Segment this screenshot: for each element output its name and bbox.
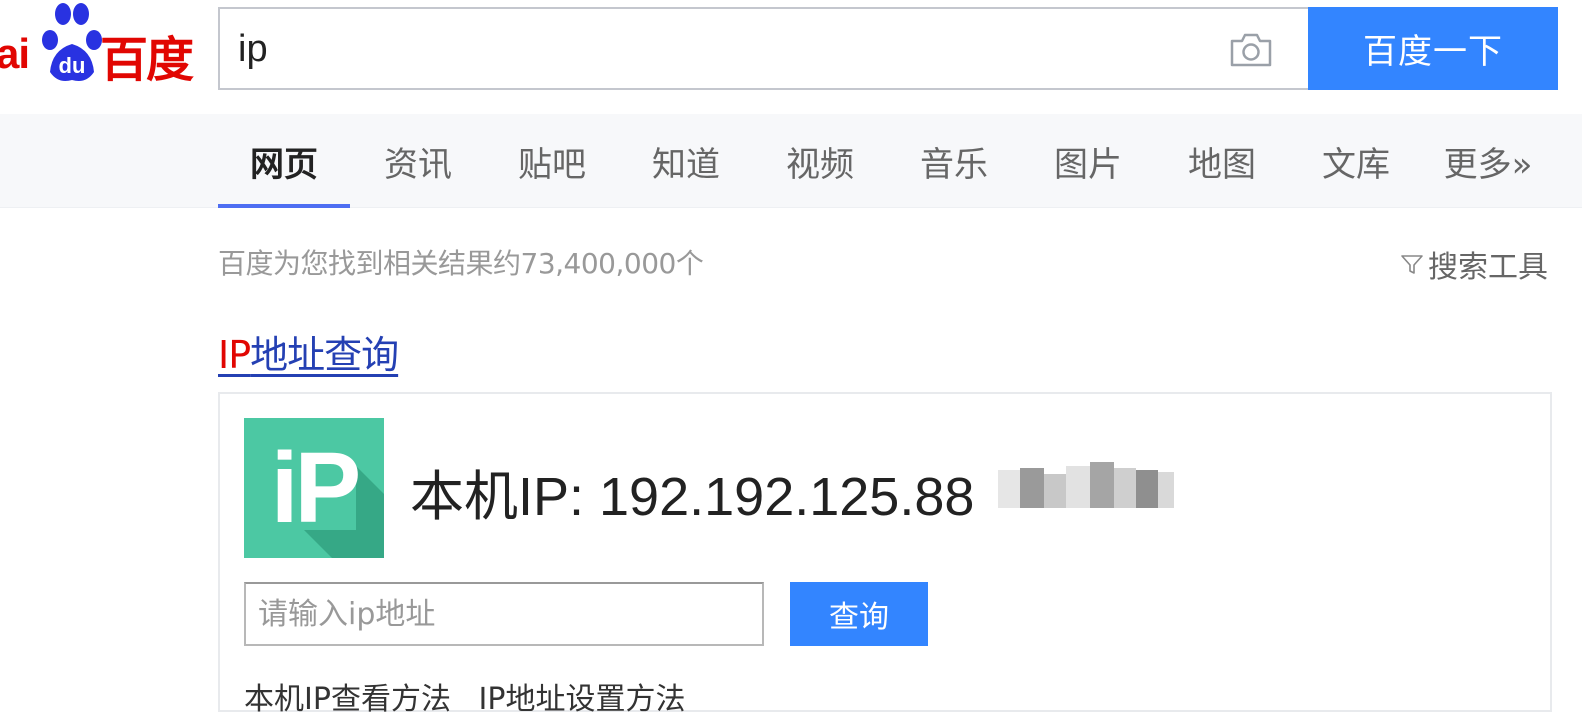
result-title-text: 地址查询: [250, 333, 399, 377]
funnel-icon: [1401, 255, 1423, 274]
tab-web[interactable]: 网页: [218, 114, 350, 208]
result-title-highlight: IP: [218, 333, 251, 377]
logo-du-text: du: [59, 53, 86, 78]
link-ip-setup-method[interactable]: IP地址设置方法: [479, 682, 686, 717]
redacted-location-blur: [990, 458, 1174, 518]
baidu-logo[interactable]: ai du 百度: [0, 0, 200, 95]
tab-video[interactable]: 视频: [754, 114, 886, 208]
tab-news[interactable]: 资讯: [352, 114, 484, 208]
tab-more[interactable]: 更多»: [1424, 114, 1552, 208]
tab-images[interactable]: 图片: [1022, 114, 1154, 208]
ip-result-card: iP 本机IP: 192.192.125.88 查询 本机IP查看方法 IP地址…: [218, 392, 1552, 717]
camera-icon[interactable]: [1228, 31, 1274, 69]
local-ip-text: 本机IP: 192.192.125.88: [410, 467, 975, 527]
search-tabs: 网页 资讯 贴吧 知道 视频 音乐 图片 地图 文库 更多»: [0, 114, 1582, 208]
ip-query-input[interactable]: [244, 582, 764, 646]
ip-logo-text: iP: [270, 431, 361, 544]
result-title-link[interactable]: IP地址查询: [218, 324, 399, 379]
card-links: 本机IP查看方法 IP地址设置方法: [244, 674, 703, 718]
tab-zhidao[interactable]: 知道: [620, 114, 752, 208]
tab-tieba[interactable]: 贴吧: [486, 114, 618, 208]
ip-logo: iP: [244, 418, 384, 558]
search-box: [218, 7, 1310, 90]
search-tools-label: 搜索工具: [1428, 250, 1548, 285]
link-local-ip-method[interactable]: 本机IP查看方法: [244, 682, 451, 717]
search-submit-button[interactable]: 百度一下: [1308, 7, 1558, 90]
tab-music[interactable]: 音乐: [888, 114, 1020, 208]
paw-icon: du: [42, 3, 102, 81]
ip-query-button[interactable]: 查询: [790, 582, 928, 646]
tab-maps[interactable]: 地图: [1156, 114, 1288, 208]
logo-ai-text: ai: [0, 30, 30, 77]
tab-wenku[interactable]: 文库: [1290, 114, 1422, 208]
search-tools-button[interactable]: 搜索工具: [1400, 242, 1548, 286]
logo-chinese-text: 百度: [100, 32, 194, 88]
result-count: 百度为您找到相关结果约73,400,000个: [218, 247, 704, 280]
search-input[interactable]: [238, 21, 1228, 77]
